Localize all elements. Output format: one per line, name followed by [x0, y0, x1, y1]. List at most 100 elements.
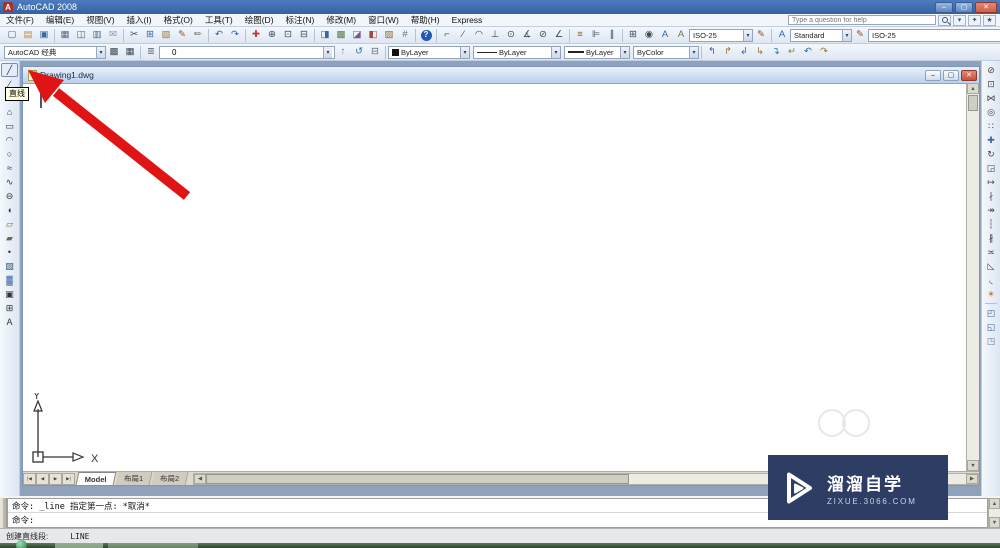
misc-tool-icon-7[interactable]: ↶ [800, 45, 816, 60]
drawing-canvas[interactable]: Y X [23, 83, 966, 471]
menu-item[interactable]: 绘图(D) [239, 14, 280, 27]
layer-combo[interactable]: 0 ▾ [159, 45, 335, 59]
scroll-right-button[interactable]: ▶ [966, 474, 978, 484]
linear-dimension-icon[interactable]: ⌐ [439, 28, 455, 43]
point-tool[interactable]: • [1, 245, 18, 259]
communication-center-icon[interactable]: ✦ [968, 14, 981, 26]
menu-item[interactable]: 窗口(W) [362, 14, 405, 27]
publish-icon[interactable]: ▥ [89, 28, 105, 43]
text-style-icon[interactable]: A [774, 28, 790, 43]
match-properties-icon[interactable]: ✎ [174, 28, 190, 43]
vertical-scroll-thumb[interactable] [968, 95, 978, 111]
break-at-point-tool[interactable]: ┆ [983, 217, 999, 231]
minimize-button[interactable]: – [935, 1, 953, 13]
undo-icon[interactable]: ↶ [211, 28, 227, 43]
menu-item[interactable]: 编辑(E) [40, 14, 80, 27]
multiline-text-tool[interactable]: A [1, 315, 18, 329]
search-dropdown-icon[interactable]: ▾ [953, 14, 966, 26]
open-file-icon[interactable]: ▤ [20, 28, 36, 43]
circle-tool[interactable]: ○ [1, 147, 18, 161]
menu-item[interactable]: 格式(O) [158, 14, 199, 27]
send-to-back-tool[interactable]: ◱ [983, 320, 999, 334]
zoom-previous-icon[interactable]: ⊟ [296, 28, 312, 43]
move-tool[interactable]: ✚ [983, 133, 999, 147]
break-tool[interactable]: ∦ [983, 231, 999, 245]
sheetset-manager-icon[interactable]: ◧ [365, 28, 381, 43]
trim-tool[interactable]: ∤ [983, 189, 999, 203]
menu-item[interactable]: 修改(M) [320, 14, 362, 27]
my-workspace-icon[interactable]: ▦ [122, 45, 138, 60]
menu-item[interactable]: 工具(T) [199, 14, 239, 27]
stretch-tool[interactable]: ↦ [983, 175, 999, 189]
quickcalc-icon[interactable]: # [397, 28, 413, 43]
drawing-title-bar[interactable]: Drawing1.dwg – ▢ ✕ [23, 67, 979, 83]
search-button[interactable] [938, 14, 951, 26]
layer-states-icon[interactable]: ⊟ [367, 45, 383, 60]
rectangle-tool[interactable]: ▭ [1, 119, 18, 133]
jogged-dimension-icon[interactable]: ∡ [519, 28, 535, 43]
taskbar-button[interactable] [55, 543, 103, 548]
color-combo[interactable]: ByLayer ▾ [388, 45, 470, 59]
center-mark-icon[interactable]: ◉ [641, 28, 657, 43]
make-block-tool[interactable]: ▰ [1, 231, 18, 245]
plot-style-combo[interactable]: ByColor ▾ [633, 45, 699, 59]
join-tool[interactable]: ≍ [983, 245, 999, 259]
ordinate-dimension-icon[interactable]: ⊥ [487, 28, 503, 43]
layout-tab[interactable]: Model [75, 472, 117, 485]
region-tool[interactable]: ▣ [1, 287, 18, 301]
start-orb-icon[interactable] [16, 540, 27, 548]
taskbar-button[interactable] [108, 543, 198, 548]
last-tab-button[interactable]: ▶| [62, 473, 75, 485]
dimension-update-icon[interactable]: ✎ [753, 28, 769, 43]
block-editor-icon[interactable]: ✏ [190, 28, 206, 43]
misc-tool-icon-8[interactable]: ↷ [816, 45, 832, 60]
baseline-dimension-icon[interactable]: ⊫ [588, 28, 604, 43]
command-scroll-up-button[interactable]: ▲ [989, 498, 1000, 509]
dim-style-combo[interactable]: ISO-25 ▾ [689, 28, 753, 42]
misc-tool-icon-1[interactable]: ↰ [704, 45, 720, 60]
table-tool[interactable]: ⊞ [1, 301, 18, 315]
layer-properties-manager-icon[interactable]: ≣ [143, 45, 159, 60]
maximize-button[interactable]: ▢ [955, 1, 973, 13]
arc-length-dimension-icon[interactable]: ◠ [471, 28, 487, 43]
table-style-icon[interactable]: ✎ [852, 28, 868, 43]
doc-close-button[interactable]: ✕ [961, 69, 977, 81]
hatch-tool[interactable]: ▨ [1, 259, 18, 273]
offset-tool[interactable]: ◎ [983, 105, 999, 119]
rotate-tool[interactable]: ↻ [983, 147, 999, 161]
aligned-dimension-icon[interactable]: ∕ [455, 28, 471, 43]
favorites-star-icon[interactable]: ★ [983, 14, 996, 26]
radius-dimension-icon[interactable]: ⊙ [503, 28, 519, 43]
mirror-tool[interactable]: ⋈ [983, 91, 999, 105]
new-file-icon[interactable]: ▢ [4, 28, 20, 43]
next-tab-button[interactable]: ▶ [49, 473, 62, 485]
table-style-combo[interactable]: ISO-25 [868, 28, 1000, 42]
tolerance-icon[interactable]: ⊞ [625, 28, 641, 43]
copy-clip-icon[interactable]: ⊞ [142, 28, 158, 43]
workspace-combo[interactable]: AutoCAD 经典 ▾ [4, 45, 106, 59]
scroll-down-button[interactable]: ▼ [967, 460, 979, 471]
misc-tool-icon-3[interactable]: ↲ [736, 45, 752, 60]
plot-preview-icon[interactable]: ◫ [73, 28, 89, 43]
first-tab-button[interactable]: |◀ [23, 473, 36, 485]
revision-cloud-tool[interactable]: ≈ [1, 161, 18, 175]
horizontal-scroll-thumb[interactable] [206, 474, 630, 484]
make-object-layer-current-icon[interactable]: ↑ [335, 45, 351, 60]
help-search-input[interactable] [788, 15, 936, 25]
quick-dimension-icon[interactable]: ≡ [572, 28, 588, 43]
polygon-tool[interactable]: ⌂ [1, 105, 18, 119]
tool-palettes-icon[interactable]: ◪ [349, 28, 365, 43]
misc-tool-icon-5[interactable]: ↴ [768, 45, 784, 60]
angular-dimension-icon[interactable]: ∠ [551, 28, 567, 43]
extend-tool[interactable]: ↠ [983, 203, 999, 217]
doc-minimize-button[interactable]: – [925, 69, 941, 81]
insert-block-tool[interactable]: ▱ [1, 217, 18, 231]
spline-tool[interactable]: ∿ [1, 175, 18, 189]
menu-item[interactable]: 文件(F) [0, 14, 40, 27]
command-scroll-down-button[interactable]: ▼ [989, 517, 1000, 528]
array-tool[interactable]: ∷ [983, 119, 999, 133]
menu-item[interactable]: 帮助(H) [405, 14, 446, 27]
layout-tab[interactable]: 布局1 [115, 472, 153, 485]
bring-above-objects-tool[interactable]: ◳ [983, 334, 999, 348]
command-panel-grip[interactable] [0, 498, 7, 528]
